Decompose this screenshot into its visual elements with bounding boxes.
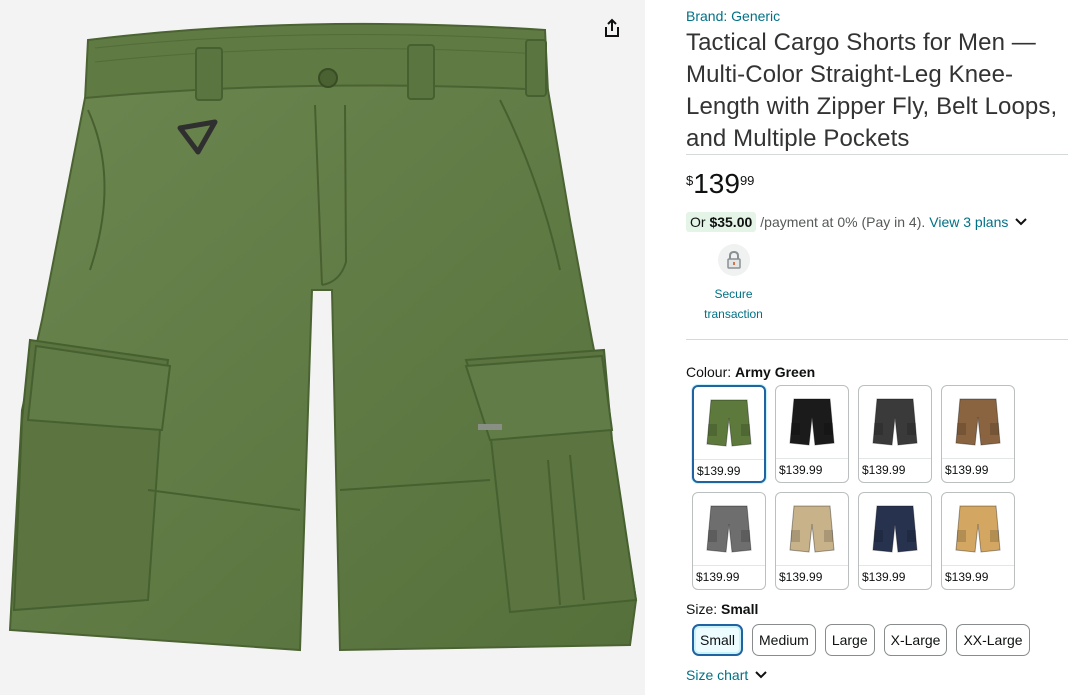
secure-transaction-label: Secure transaction	[704, 287, 763, 321]
share-icon[interactable]	[603, 18, 633, 48]
colour-label: Colour: Army Green	[686, 364, 815, 380]
swatch-price: $139.99	[697, 464, 741, 478]
size-option-button[interactable]: Small	[692, 624, 744, 656]
swatch-price: $139.99	[696, 570, 740, 584]
swatch-price: $139.99	[779, 463, 823, 477]
swatch-thumbnail	[859, 493, 931, 565]
secure-transaction[interactable]: Secure transaction	[691, 244, 776, 324]
size-selected: Small	[721, 601, 759, 617]
installment-offer: Or $35.00 /payment at 0% (Pay in 4). Vie…	[686, 212, 1028, 232]
installment-amount: $35.00	[709, 214, 753, 230]
colour-selected: Army Green	[735, 364, 816, 380]
swatch-divider	[693, 565, 765, 566]
swatch-thumbnail	[942, 386, 1014, 458]
swatch-divider	[942, 458, 1014, 459]
swatch-price: $139.99	[945, 463, 989, 477]
swatch-divider	[694, 459, 764, 460]
colour-swatch[interactable]: $139.99	[941, 385, 1015, 483]
swatch-thumbnail	[942, 493, 1014, 565]
price-whole: 139	[693, 168, 740, 199]
colour-swatch[interactable]: $139.99	[692, 385, 766, 483]
shorts-thumbnail-icon	[789, 505, 835, 553]
colour-swatch[interactable]: $139.99	[775, 492, 849, 590]
colour-swatch[interactable]: $139.99	[775, 385, 849, 483]
shorts-thumbnail-icon	[872, 505, 918, 553]
size-label-text: Size:	[686, 601, 718, 617]
colour-swatch[interactable]: $139.99	[858, 492, 932, 590]
swatch-divider	[776, 458, 848, 459]
size-chart-label: Size chart	[686, 667, 749, 683]
divider	[686, 154, 1068, 155]
size-options: Small Medium Large X-Large XX-Large	[692, 624, 1030, 656]
size-option-button[interactable]: X-Large	[883, 624, 948, 656]
view-plans-link[interactable]: View 3 plans	[929, 214, 1028, 230]
swatch-thumbnail	[694, 387, 764, 459]
size-chart-link[interactable]: Size chart	[686, 667, 768, 683]
share-glyph	[605, 18, 619, 37]
installment-or: Or	[690, 214, 706, 230]
swatch-price: $139.99	[862, 463, 906, 477]
product-image[interactable]	[0, 0, 645, 695]
brand-link[interactable]: Brand: Generic	[686, 8, 780, 24]
shorts-thumbnail-icon	[706, 399, 752, 447]
chevron-down-icon	[755, 671, 767, 679]
shorts-thumbnail-icon	[789, 398, 835, 446]
size-option-button[interactable]: XX-Large	[956, 624, 1030, 656]
lock-icon	[717, 244, 750, 276]
swatch-divider	[859, 458, 931, 459]
installment-text: /payment at 0% (Pay in 4).	[760, 214, 926, 230]
colour-swatch[interactable]: $139.99	[692, 492, 766, 590]
shorts-thumbnail-icon	[955, 398, 1001, 446]
colour-swatch[interactable]: $139.99	[941, 492, 1015, 590]
swatch-thumbnail	[776, 493, 848, 565]
swatch-price: $139.99	[862, 570, 906, 584]
swatch-thumbnail	[693, 493, 765, 565]
divider	[686, 339, 1068, 340]
colour-swatches: $139.99 $139.99 $139.99 $139.99 $139.99 $139.…	[692, 385, 1022, 590]
chevron-down-icon	[1015, 218, 1028, 226]
installment-pill: Or $35.00	[686, 212, 757, 232]
price-symbol: $	[686, 173, 694, 188]
product-title: Tactical Cargo Shorts for Men — Multi-Co…	[686, 29, 1058, 152]
shorts-thumbnail-icon	[706, 505, 752, 553]
shorts-thumbnail-icon	[955, 505, 1001, 553]
swatch-divider	[776, 565, 848, 566]
swatch-price: $139.99	[779, 570, 823, 584]
swatch-thumbnail	[776, 386, 848, 458]
cargo-shorts-image	[8, 22, 638, 652]
size-option-button[interactable]: Medium	[752, 624, 816, 656]
shorts-thumbnail-icon	[872, 398, 918, 446]
view-plans-label: View 3 plans	[929, 214, 1009, 230]
colour-label-text: Colour:	[686, 364, 732, 380]
swatch-price: $139.99	[945, 570, 989, 584]
price-fraction: 99	[739, 173, 755, 188]
price: $ 139 99	[686, 168, 754, 200]
size-option-button[interactable]: Large	[824, 624, 875, 656]
swatch-divider	[942, 565, 1014, 566]
swatch-thumbnail	[859, 386, 931, 458]
colour-swatch[interactable]: $139.99	[858, 385, 932, 483]
size-label: Size: Small	[686, 601, 758, 617]
swatch-divider	[859, 565, 931, 566]
